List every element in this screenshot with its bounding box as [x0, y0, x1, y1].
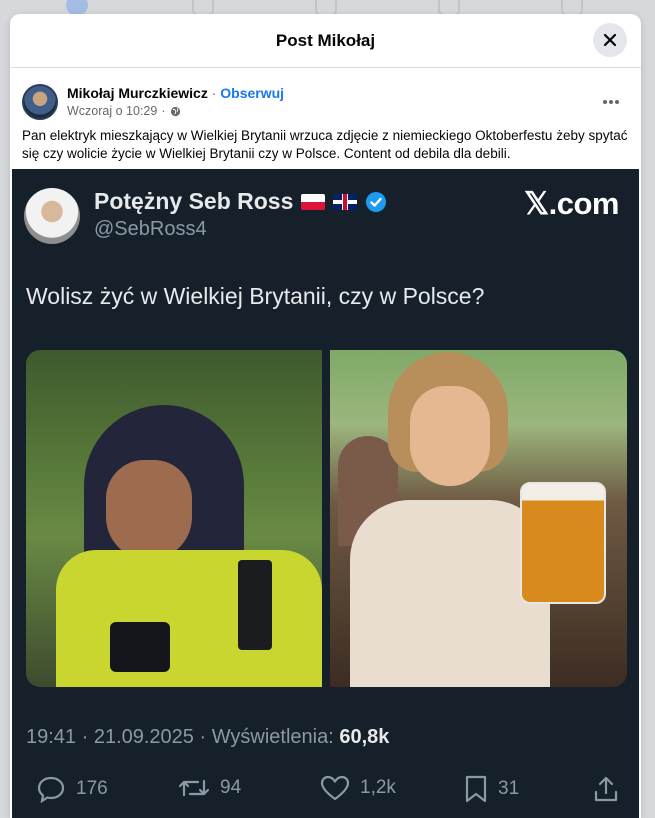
- share-icon: [594, 776, 618, 802]
- tweet-handle: @SebRoss4: [94, 218, 207, 240]
- poland-flag-icon: [301, 193, 326, 210]
- tweet-views: 60,8k: [339, 726, 390, 748]
- close-icon: [603, 33, 617, 47]
- post-modal: Post Mikołaj Mikołaj Murczkiewicz · Obse…: [10, 14, 641, 818]
- separator: ·: [207, 85, 221, 101]
- tweet-text: Wolisz żyć w Wielkiej Brytanii, czy w Po…: [26, 283, 485, 309]
- heart-icon: [320, 775, 350, 801]
- post-header: Mikołaj Murczkiewicz · Obserwuj Wczoraj …: [10, 68, 641, 124]
- like-count: 1,2k: [360, 777, 396, 798]
- tweet-author-row: Potężny Seb Ross: [94, 188, 387, 215]
- bookmark-count: 31: [498, 778, 520, 799]
- tweet-screenshot[interactable]: Potężny Seb Ross @SebRoss4 𝕏.com Wolisz …: [12, 169, 639, 818]
- tweet-meta-time: 19:41 · 21.09.2025 · Wyświetlenia:: [26, 726, 340, 748]
- reply-icon: [37, 776, 65, 803]
- globe-icon: [170, 106, 180, 116]
- tweet-avatar: [24, 188, 80, 244]
- bookmark-action: 31: [464, 775, 519, 803]
- x-logo: 𝕏.com: [524, 186, 619, 221]
- repost-icon: [178, 779, 210, 797]
- post-meta: Wczoraj o 10:29 ·: [67, 104, 593, 118]
- follow-button[interactable]: Obserwuj: [220, 85, 284, 101]
- verified-badge-icon: [366, 191, 387, 212]
- reply-count: 176: [76, 778, 108, 799]
- author-avatar[interactable]: [22, 83, 58, 120]
- bookmark-icon: [465, 775, 487, 803]
- tweet-author-name: Potężny Seb Ross: [94, 188, 294, 214]
- tweet-actions: 176 94 1,2k 31: [26, 775, 626, 805]
- like-action: 1,2k: [320, 775, 396, 801]
- close-button[interactable]: [593, 23, 627, 57]
- author-block: Mikołaj Murczkiewicz · Obserwuj Wczoraj …: [67, 85, 593, 118]
- uk-flag-icon: [333, 193, 358, 210]
- meta-separator: ·: [161, 104, 166, 118]
- more-icon: [603, 99, 619, 104]
- author-name[interactable]: Mikołaj Murczkiewicz: [67, 85, 208, 101]
- post-timestamp[interactable]: Wczoraj o 10:29: [67, 104, 157, 118]
- tweet-image-right: [330, 350, 627, 687]
- tweet-meta: 19:41 · 21.09.2025 · Wyświetlenia: 60,8k: [26, 726, 389, 749]
- modal-title: Post Mikołaj: [275, 30, 376, 50]
- modal-header: Post Mikołaj: [10, 14, 641, 68]
- share-action: [592, 775, 620, 803]
- more-options-button[interactable]: [593, 84, 629, 120]
- tweet-image-left: [26, 350, 322, 687]
- repost-action: 94: [178, 775, 241, 801]
- reply-action: 176: [36, 775, 108, 803]
- repost-count: 94: [220, 777, 242, 798]
